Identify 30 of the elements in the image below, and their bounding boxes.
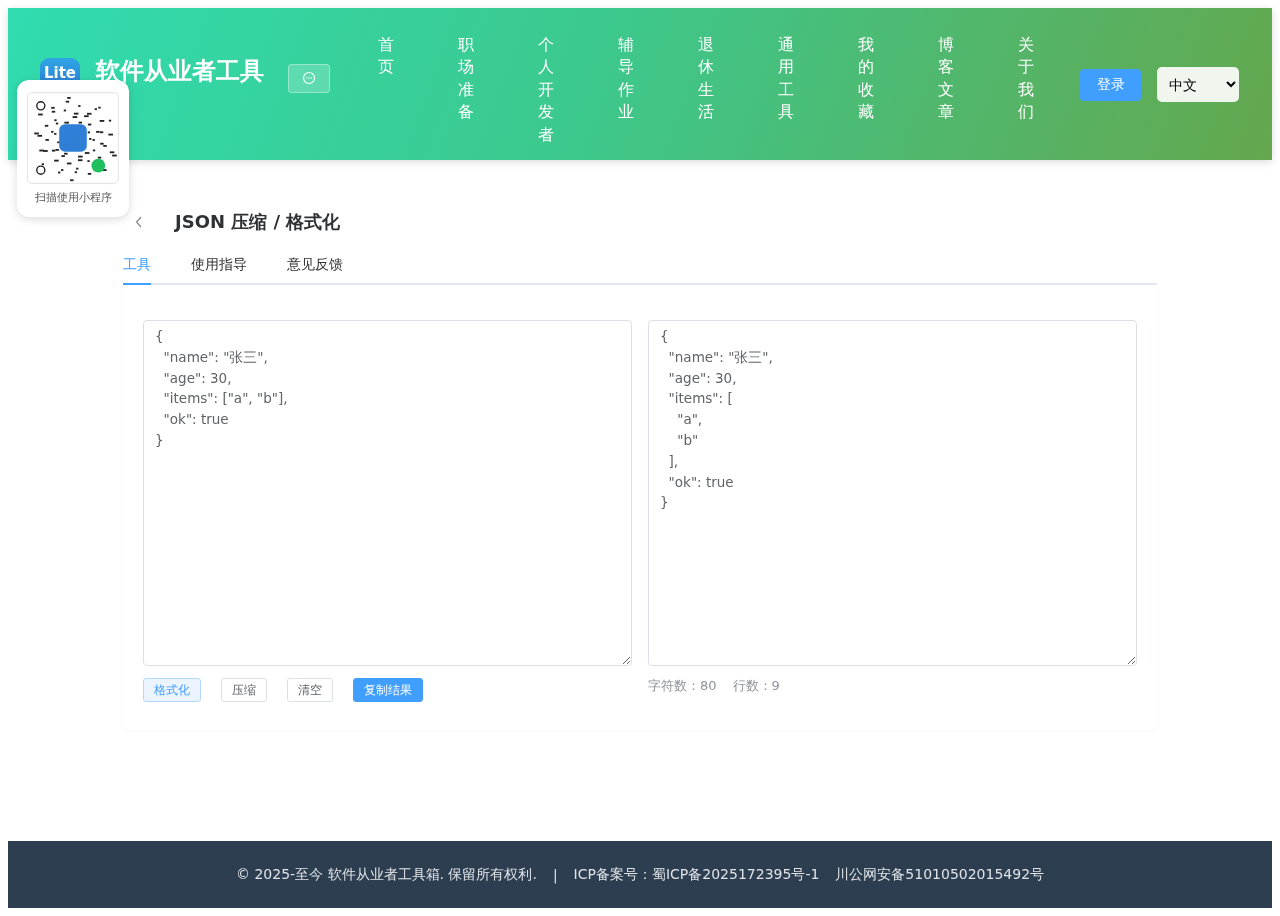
nav-link[interactable]: 首页 — [378, 34, 394, 146]
icp-link[interactable]: ICP备案号：蜀ICP备2025172395号-1 — [573, 865, 820, 884]
nav-link[interactable]: 辅导作业 — [618, 34, 634, 146]
copyright-text: © 2025-至今 软件从业者工具箱. 保留所有权利. — [235, 865, 537, 884]
nav-link[interactable]: 关于我们 — [1018, 34, 1034, 146]
nav-link[interactable]: 通用工具 — [778, 34, 794, 146]
tab[interactable]: 意见反馈 — [287, 256, 343, 285]
json-input-field[interactable]: { "name": "张三", "age": 30, "items": ["a", "b"], "ok": true } — [143, 320, 632, 666]
language-select[interactable]: 中文 — [1157, 67, 1239, 102]
action-button[interactable]: 清空 — [287, 678, 333, 702]
action-button[interactable]: 压缩 — [221, 678, 267, 702]
nav-link[interactable]: 职场准备 — [458, 34, 474, 146]
nav-link[interactable]: 我的收藏 — [858, 34, 874, 146]
page-title: JSON 压缩 / 格式化 — [175, 210, 341, 234]
action-button[interactable]: 复制结果 — [353, 678, 423, 702]
nav-link[interactable]: 个人开发者 — [538, 34, 554, 146]
stat-text: 字符数：80 — [648, 677, 717, 695]
action-button[interactable]: 格式化 — [143, 678, 201, 702]
tab[interactable]: 工具 — [123, 256, 151, 285]
separator-text: | — [552, 866, 558, 883]
login-button[interactable]: 登录 — [1080, 69, 1141, 101]
stat-text: 行数：9 — [732, 677, 780, 695]
qr-caption: 扫描使用小程序 — [34, 190, 112, 205]
chat-bubble-icon — [302, 71, 316, 85]
tab[interactable]: 使用指导 — [191, 256, 247, 285]
police-record-link[interactable]: 川公网安备51010502015492号 — [835, 865, 1045, 884]
nav-link[interactable]: 退休生活 — [698, 34, 714, 146]
nav-link[interactable]: 博客文章 — [938, 34, 954, 146]
back-chevron-icon[interactable] — [135, 216, 143, 228]
json-output-field[interactable]: { "name": "张三", "age": 30, "items": [ "a", "b" ], "ok": true } — [648, 320, 1137, 666]
